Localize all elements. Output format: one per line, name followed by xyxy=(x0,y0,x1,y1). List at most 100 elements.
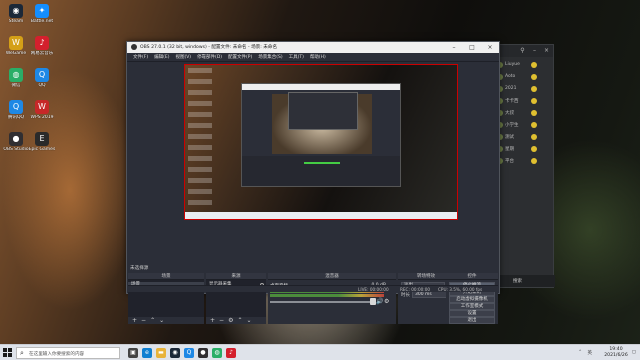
music-icon: ♪ xyxy=(35,36,49,50)
scenes-dock: 未选择源 场景 场景 +−⌃⌄ xyxy=(128,264,204,324)
scenes-header: 场景 xyxy=(161,274,171,279)
obs-icon[interactable]: ● xyxy=(198,348,208,358)
desktop-icon[interactable]: E Epic Games xyxy=(28,132,56,162)
edge-icon[interactable]: e xyxy=(142,348,152,358)
notification-icon[interactable]: ▢ xyxy=(632,350,636,355)
control-button[interactable]: 启动虚拟摄像机 xyxy=(449,296,495,303)
folder-icon[interactable]: ▬ xyxy=(156,348,166,358)
desktop-icon[interactable]: W WPS 2019 xyxy=(28,100,56,130)
obs-window[interactable]: OBS 27.0.1 (32 bit, windows) - 配置文件: 未命名… xyxy=(126,41,500,324)
pin-icon[interactable]: ⚲ xyxy=(519,47,526,54)
desktop-icon-label: 腾讯QQ xyxy=(7,115,25,120)
tray-chevron-icon[interactable]: ⌃ xyxy=(578,350,582,355)
minimize-icon[interactable]: – xyxy=(531,47,538,54)
desktop-icon[interactable]: ◉ Steam xyxy=(2,4,30,34)
qq-icon[interactable]: Q xyxy=(184,348,194,358)
steam-icon: ◉ xyxy=(9,4,23,18)
menu-item[interactable]: 帮助(H) xyxy=(310,53,326,62)
close-icon[interactable]: × xyxy=(481,42,499,53)
sources-header: 来源 xyxy=(231,274,241,279)
menu-item[interactable]: 编辑(E) xyxy=(154,53,169,62)
desktop-icon-grid: ◉ Steam ✦ Battle.net W WeGame ♪ 网易云音乐 ◍ 微信 Q QQ Q 腾讯Q… xyxy=(0,0,90,344)
chat-row-text: Aoto xyxy=(505,74,516,79)
chat-row-text: 星期 xyxy=(505,147,514,152)
music-icon[interactable]: ♪ xyxy=(226,348,236,358)
taskbar-search[interactable]: ⌕ 在这里输入你要搜索的内容 xyxy=(16,347,120,359)
desktop-icon-label: Steam xyxy=(8,19,24,24)
desktop-icon[interactable]: Q 腾讯QQ xyxy=(2,100,30,130)
taskbar: ⌕ 在这里输入你要搜索的内容 ▣ e ▬ ◉ Q ● ◍ ♪ ⌃ 英 19:40 2021/6… xyxy=(0,344,640,360)
speaker-icon[interactable]: 🔊 xyxy=(376,298,383,305)
volume-slider[interactable] xyxy=(270,301,374,303)
preview-taskbar xyxy=(185,212,457,219)
up-icon[interactable]: ⌃ xyxy=(237,317,242,324)
gear-icon[interactable]: ⚙ xyxy=(384,298,389,305)
menu-item[interactable]: 文件(F) xyxy=(133,53,148,62)
add-icon[interactable]: + xyxy=(132,317,137,324)
gear-icon[interactable]: ⚙ xyxy=(228,317,233,324)
preview-canvas[interactable] xyxy=(184,64,458,220)
desktop-icon-label: WeGame xyxy=(5,51,27,56)
windows-start-icon[interactable] xyxy=(3,348,13,358)
minimize-icon[interactable]: – xyxy=(445,42,463,53)
control-button[interactable]: 设置 xyxy=(449,310,495,317)
preview-nested-obs xyxy=(241,83,401,187)
desktop-icon[interactable]: ● OBS Studio xyxy=(2,132,30,162)
rec-status: REC: 00:00:00 xyxy=(400,287,431,292)
add-icon[interactable]: + xyxy=(210,317,215,324)
down-icon[interactable]: ⌄ xyxy=(246,317,251,324)
chat-row-text: 测试 xyxy=(505,135,514,140)
battlenet-icon: ✦ xyxy=(35,4,49,18)
desktop-icon[interactable]: Q QQ xyxy=(28,68,56,98)
clock[interactable]: 19:40 2021/6/26 xyxy=(604,347,628,359)
epic-icon: E xyxy=(35,132,49,146)
desktop-icon[interactable]: ♪ 网易云音乐 xyxy=(28,36,56,66)
remove-icon[interactable]: − xyxy=(219,317,224,324)
mixer-dock: 混音器 桌面音频 0.0 dB 🔊 ⚙ xyxy=(268,264,396,324)
maximize-icon[interactable]: □ xyxy=(463,42,481,53)
wechat-icon[interactable]: ◍ xyxy=(212,348,222,358)
control-button[interactable]: 退出 xyxy=(449,317,495,324)
scenes-toolbar: + − ⌃ ⌄ xyxy=(128,317,204,324)
preview-area[interactable] xyxy=(128,63,498,264)
emoji-icon xyxy=(531,98,537,104)
close-icon[interactable]: × xyxy=(543,47,550,54)
menu-item[interactable]: 视图(V) xyxy=(175,53,191,62)
obs-icon: ● xyxy=(9,132,23,146)
chat-row-text: 平台 xyxy=(505,159,514,164)
chat-row-text: 小学生 xyxy=(505,123,519,128)
obs-app-icon xyxy=(131,44,137,50)
obs-statusbar: LIVE: 00:00:00 REC: 00:00:00 CPU: 3.5%, … xyxy=(128,285,498,292)
up-icon[interactable]: ⌃ xyxy=(150,317,155,324)
live-status: LIVE: 00:00:00 xyxy=(358,287,389,292)
desktop-icon-label: Battle.net xyxy=(30,19,54,24)
control-button[interactable]: 工作室模式 xyxy=(449,303,495,310)
menu-item[interactable]: 工具(T) xyxy=(289,53,304,62)
menu-item[interactable]: 场景集合(S) xyxy=(258,53,282,62)
desktop-icon-label: 微信 xyxy=(11,83,21,88)
chat-send-label[interactable]: 搜索 xyxy=(513,278,522,284)
desktop-icon[interactable]: W WeGame xyxy=(2,36,30,66)
audio-meter-right xyxy=(270,294,384,297)
down-icon[interactable]: ⌄ xyxy=(159,317,164,324)
menu-item[interactable]: 配置文件(P) xyxy=(228,53,252,62)
desktop-icon-label: WPS 2019 xyxy=(30,115,54,120)
steam-icon[interactable]: ◉ xyxy=(170,348,180,358)
qq-icon: Q xyxy=(9,100,23,114)
emoji-icon xyxy=(531,146,537,152)
sources-toolbar: + − ⚙ ⌃ ⌄ xyxy=(206,317,266,324)
menu-item[interactable]: 停靠部件(D) xyxy=(197,53,222,62)
desktop-icon[interactable]: ✦ Battle.net xyxy=(28,4,56,34)
obs-window-title: OBS 27.0.1 (32 bit, windows) - 配置文件: 未命名… xyxy=(140,45,278,50)
desktop-icon[interactable]: ◍ 微信 xyxy=(2,68,30,98)
chat-row-text: Liuyue xyxy=(505,62,520,67)
chat-row-text: 卡卡西 xyxy=(505,99,519,104)
emoji-icon xyxy=(531,62,537,68)
obs-titlebar[interactable]: OBS 27.0.1 (32 bit, windows) - 配置文件: 未命名… xyxy=(127,42,499,53)
qq-icon: Q xyxy=(35,68,49,82)
input-language[interactable]: 英 xyxy=(588,350,593,356)
chat-row-text: 大叔 xyxy=(505,111,514,116)
remove-icon[interactable]: − xyxy=(141,317,146,324)
controls-header: 控件 xyxy=(467,274,477,279)
task-view-icon[interactable]: ▣ xyxy=(128,348,138,358)
